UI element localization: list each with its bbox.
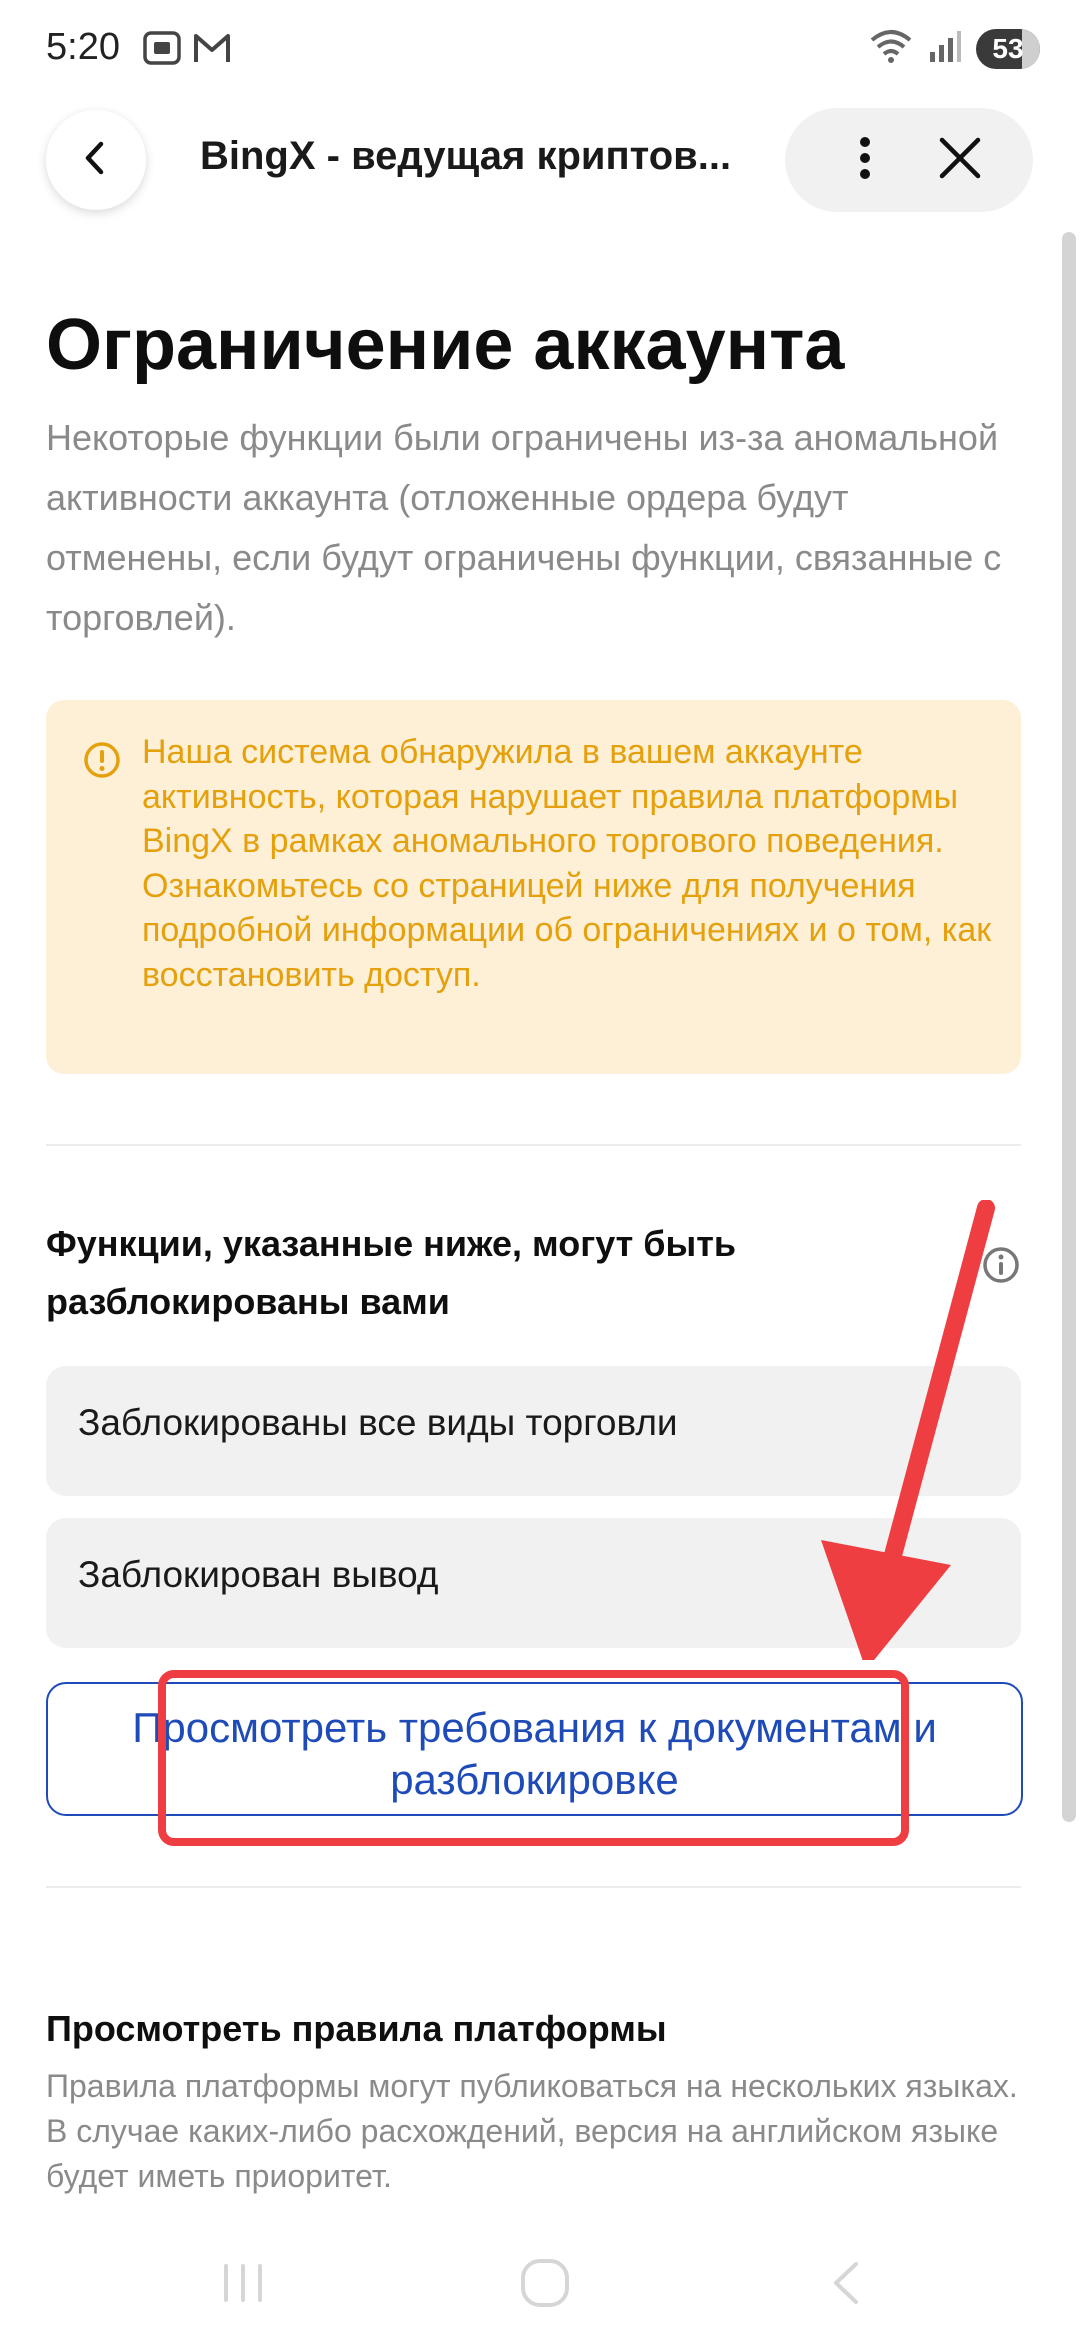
battery-level: 53 (992, 32, 1024, 64)
scrollbar[interactable] (1062, 232, 1076, 1822)
back-arrow-icon (822, 2258, 872, 2313)
warning-text: Наша система обнаружила в вашем аккаунте… (142, 733, 992, 994)
header-actions (785, 108, 1033, 212)
system-nav-bar (0, 2230, 1080, 2340)
more-vertical-icon (855, 136, 875, 185)
restriction-label: Заблокирован вывод (78, 1554, 439, 1595)
chevron-left-icon (76, 138, 116, 183)
divider (46, 1886, 1021, 1888)
screenshot-icon (142, 30, 182, 71)
status-time: 5:20 (46, 26, 120, 68)
rules-description: Правила платформы могут публиковаться на… (46, 2068, 1018, 2194)
divider (46, 1144, 1021, 1146)
nav-back-button[interactable] (812, 2250, 882, 2320)
annotation-highlight (158, 1670, 909, 1846)
warning-circle-icon (82, 740, 122, 780)
recent-apps-button[interactable] (208, 2250, 278, 2320)
main-content: Ограничение аккаунта Некоторые функции б… (46, 300, 1023, 2194)
header-title: BingX - ведущая криптов... (200, 134, 732, 178)
status-bar: 5:20 53 (0, 0, 1080, 100)
close-button[interactable] (930, 130, 990, 190)
wifi-icon (868, 28, 914, 69)
annotation-arrow (821, 1200, 995, 1660)
recent-apps-icon (218, 2258, 268, 2313)
status-right-icons: 53 (868, 28, 1040, 69)
close-icon (938, 136, 982, 185)
app-header: BingX - ведущая криптов... (0, 108, 1080, 212)
home-icon (518, 2256, 572, 2315)
signal-icon (928, 28, 962, 69)
unlock-section-heading: Функции, указанные ниже, могут быть разб… (46, 1223, 737, 1322)
page-title: Ограничение аккаунта (46, 305, 845, 385)
page-description: Некоторые функции были ограничены из-за … (46, 417, 1002, 638)
home-button[interactable] (510, 2250, 580, 2320)
warning-banner: Наша система обнаружила в вашем аккаунте… (46, 700, 1021, 1074)
gmail-icon (192, 30, 232, 71)
restriction-label: Заблокированы все виды торговли (78, 1402, 678, 1443)
back-button[interactable] (46, 110, 146, 210)
battery-indicator: 53 (976, 28, 1040, 69)
more-button[interactable] (835, 130, 895, 190)
rules-heading: Просмотреть правила платформы (46, 2008, 667, 2049)
status-left-icons (142, 30, 232, 71)
